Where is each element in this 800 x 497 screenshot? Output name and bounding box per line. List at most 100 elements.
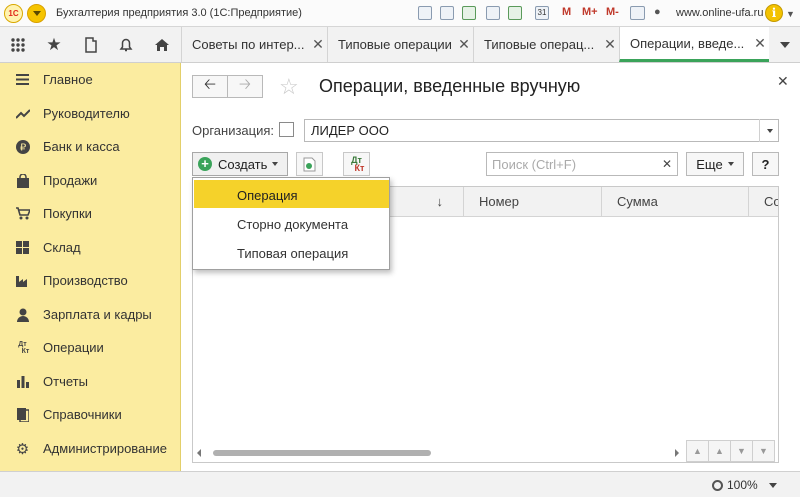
sidebar-item-label: Операции <box>43 340 104 355</box>
home-icon[interactable] <box>144 27 180 62</box>
more-label: Еще <box>696 156 723 172</box>
sidebar-item-label: Продажи <box>43 173 98 188</box>
create-label: Создать <box>218 156 268 172</box>
search-input[interactable]: Поиск (Ctrl+F) <box>486 152 658 176</box>
create-button[interactable]: + Создать <box>192 152 288 176</box>
close-icon[interactable]: ✕ <box>455 36 473 53</box>
scroll-thumb[interactable] <box>213 450 431 456</box>
window-icon[interactable] <box>630 6 645 20</box>
user-icon[interactable]: ● <box>654 6 661 18</box>
sidebar-item-administration[interactable]: ⚙ Администрирование <box>0 432 181 465</box>
sidebar-item-main[interactable]: Главное <box>0 63 181 96</box>
kt-label: Кт <box>21 347 30 355</box>
go-first-icon[interactable]: ▲ <box>686 440 709 462</box>
scroll-right-icon[interactable] <box>675 449 679 457</box>
sidebar-item-label: Отчеты <box>43 374 88 389</box>
svg-text:₽: ₽ <box>19 142 26 153</box>
close-icon[interactable]: ✕ <box>751 35 769 52</box>
menu-item-typical-operation[interactable]: Типовая операция <box>194 238 389 266</box>
zoom-dropdown-icon[interactable] <box>769 483 777 488</box>
tabs-bar: ★ Советы по интер... ✕ Типовые операции … <box>0 27 800 63</box>
sidebar-item-bank[interactable]: ₽ Банк и касса <box>0 130 181 163</box>
sidebar-item-label: Зарплата и кадры <box>43 307 152 322</box>
sidebar-item-label: Покупки <box>43 206 92 221</box>
close-icon[interactable]: ✕ <box>601 36 619 53</box>
zoom-control[interactable]: 100% <box>712 478 758 492</box>
print-icon[interactable] <box>440 6 454 20</box>
save-icon[interactable] <box>418 6 432 20</box>
info-icon[interactable]: i <box>765 4 783 22</box>
go-up-icon[interactable]: ▲ <box>708 440 731 462</box>
menu-item-operation[interactable]: Операция <box>194 180 389 208</box>
plus-icon: + <box>198 157 212 171</box>
column-number[interactable]: Номер <box>463 187 601 217</box>
back-button[interactable]: 🡠 <box>192 75 228 98</box>
calendar-icon[interactable]: 31 <box>535 6 549 20</box>
sidebar-item-label: Производство <box>43 273 128 288</box>
apps-grid-icon[interactable] <box>0 27 36 62</box>
history-icon[interactable] <box>508 6 522 20</box>
tab-tips[interactable]: Советы по интер... ✕ <box>181 27 327 62</box>
menu-item-storno[interactable]: Сторно документа <box>194 209 389 237</box>
factory-icon <box>15 273 30 288</box>
create-dropdown-menu: Операция Сторно документа Типовая операц… <box>192 177 390 270</box>
sidebar-item-label: Руководителю <box>43 106 130 121</box>
tab-manual-operations[interactable]: Операции, введе... ✕ <box>619 27 769 62</box>
copy-button[interactable] <box>296 152 323 176</box>
list-navigation: ▲ ▲ ▼ ▼ <box>686 440 775 462</box>
sidebar-item-operations[interactable]: Дт Кт Операции <box>0 331 181 364</box>
history-clock-icon[interactable] <box>72 27 108 62</box>
caret-down-icon <box>727 162 734 166</box>
dt-kt-button[interactable]: Дт Кт <box>343 152 370 176</box>
org-dropdown-button[interactable] <box>759 119 779 142</box>
favorites-star-icon[interactable]: ★ <box>36 27 72 62</box>
clear-search-icon[interactable]: ✕ <box>657 152 678 176</box>
memory-plus-button[interactable]: M+ <box>582 6 598 18</box>
sidebar-item-salary[interactable]: Зарплата и кадры <box>0 298 181 331</box>
tabs-overflow-button[interactable] <box>770 27 800 62</box>
memory-minus-button[interactable]: M- <box>606 6 619 18</box>
main-menu-button[interactable] <box>27 4 46 23</box>
sidebar-item-reports[interactable]: Отчеты <box>0 365 181 398</box>
tab-typical-operations-2[interactable]: Типовые операц... ✕ <box>473 27 619 62</box>
cart-icon <box>15 206 30 221</box>
close-icon[interactable]: ✕ <box>777 73 789 90</box>
sidebar-item-directories[interactable]: Справочники <box>0 398 181 431</box>
download-icon[interactable] <box>462 6 476 20</box>
sidebar-item-production[interactable]: Производство <box>0 264 181 297</box>
title-bar: 1С Бухгалтерия предприятия 3.0 (1С:Предп… <box>0 0 800 27</box>
close-icon[interactable]: ✕ <box>309 36 327 53</box>
sidebar-item-manager[interactable]: Руководителю <box>0 97 181 130</box>
horizontal-scrollbar[interactable] <box>197 446 681 460</box>
link-icon[interactable] <box>486 6 500 20</box>
sidebar-item-warehouse[interactable]: Склад <box>0 231 181 264</box>
tab-label: Типовые операц... <box>484 37 595 52</box>
favorite-star-icon[interactable]: ☆ <box>279 74 299 100</box>
go-down-icon[interactable]: ▼ <box>730 440 753 462</box>
column-content[interactable]: Со <box>748 187 778 217</box>
go-last-icon[interactable]: ▼ <box>752 440 775 462</box>
org-checkbox[interactable] <box>279 122 294 137</box>
scroll-left-icon[interactable] <box>197 449 201 457</box>
column-sum[interactable]: Сумма <box>601 187 748 217</box>
forward-button[interactable]: 🡢 <box>227 75 263 98</box>
grid-icon <box>15 240 30 255</box>
chevron-down-icon[interactable]: ▼ <box>786 9 795 19</box>
bell-icon[interactable] <box>108 27 144 62</box>
shopping-bag-icon <box>15 173 30 188</box>
tab-label: Типовые операции <box>338 37 452 52</box>
tab-label: Операции, введе... <box>630 35 745 51</box>
tab-typical-operations[interactable]: Типовые операции ✕ <box>327 27 473 62</box>
more-button[interactable]: Еще <box>686 152 744 176</box>
status-bar: 100% <box>0 471 800 497</box>
help-button[interactable]: ? <box>752 152 779 176</box>
trend-icon <box>15 106 30 121</box>
ruble-coin-icon: ₽ <box>15 139 30 154</box>
sidebar-item-label: Справочники <box>43 407 122 422</box>
sidebar-item-purchases[interactable]: Покупки <box>0 197 181 230</box>
dt-kt-icon: Дт Кт <box>15 340 30 355</box>
zoom-value: 100% <box>727 478 758 492</box>
org-field[interactable]: ЛИДЕР ООО <box>304 119 779 142</box>
memory-button[interactable]: M <box>562 6 571 18</box>
sidebar-item-sales[interactable]: Продажи <box>0 164 181 197</box>
